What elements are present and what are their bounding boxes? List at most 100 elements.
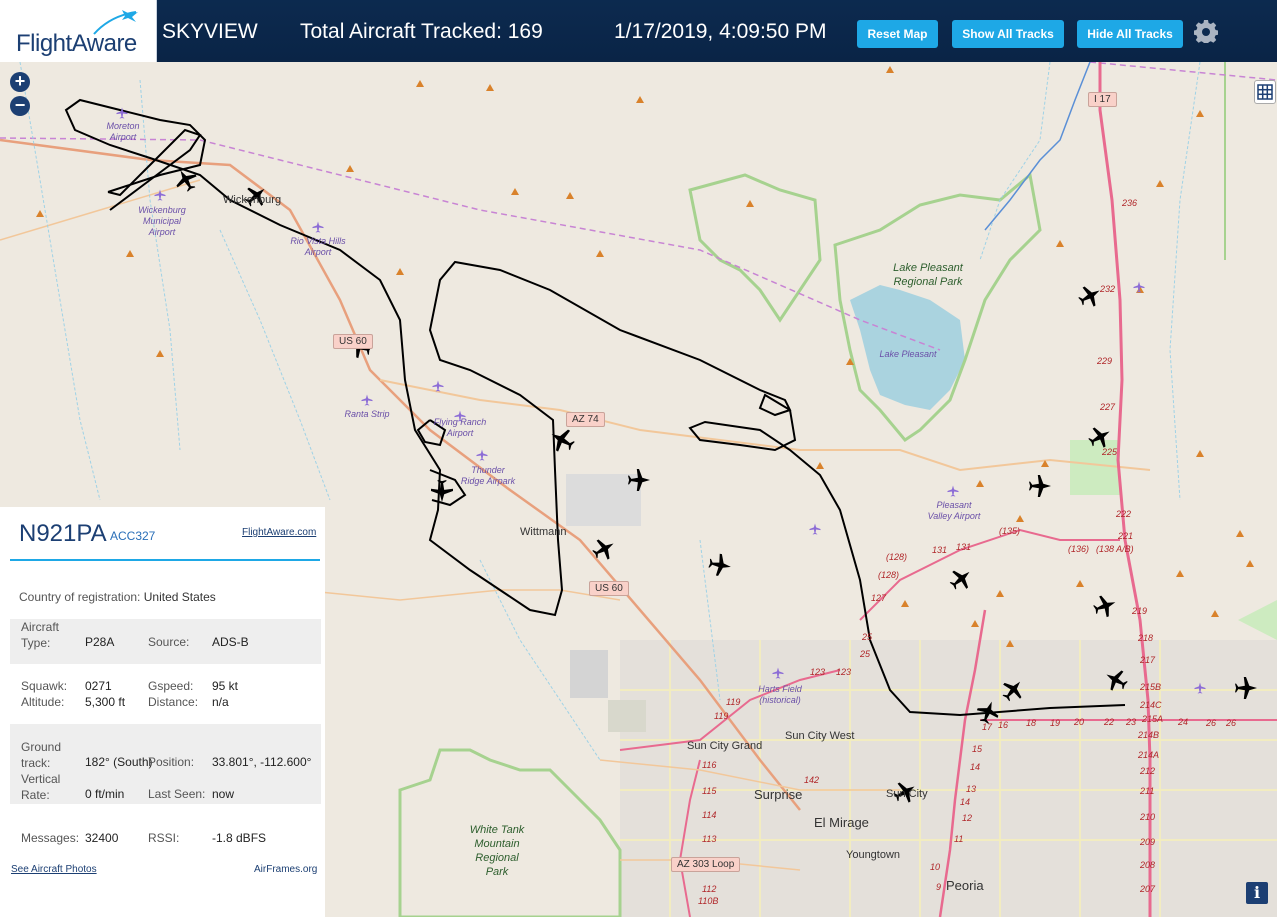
mile-marker: 131 xyxy=(932,545,948,555)
airport-icon xyxy=(476,449,488,461)
road-label: AZ 74 xyxy=(566,412,605,427)
aircraft-photos-link[interactable]: See Aircraft Photos xyxy=(11,864,97,875)
flightaware-logo[interactable]: FlightAware xyxy=(0,0,157,62)
reset-map-button[interactable]: Reset Map xyxy=(857,20,938,48)
ground-track-label: Ground track: xyxy=(21,740,62,770)
gspeed-value: 95 kt xyxy=(212,679,239,693)
mile-marker: 12 xyxy=(962,813,973,823)
aircraft-ident: N921PA xyxy=(19,520,107,547)
gear-icon[interactable] xyxy=(1194,19,1218,43)
hide-all-tracks-button[interactable]: Hide All Tracks xyxy=(1077,20,1183,48)
airport-icon xyxy=(432,380,444,392)
mile-marker: 11 xyxy=(954,834,964,844)
source-value: ADS-B xyxy=(212,635,249,649)
ground-track-value: 182° (South) xyxy=(85,755,153,769)
mile-marker: 112 xyxy=(702,884,717,894)
airport-icon xyxy=(1133,281,1145,293)
messages-box: Messages: 32400 RSSI: -1.8 dBFS xyxy=(10,821,321,851)
mile-marker: 24 xyxy=(1178,717,1189,727)
mile-marker: 9 xyxy=(936,882,942,892)
position-label: Position: xyxy=(148,755,195,769)
show-all-tracks-button[interactable]: Show All Tracks xyxy=(952,20,1064,48)
mile-marker: 119 xyxy=(714,711,729,721)
mile-marker: 207 xyxy=(1140,884,1156,894)
mile-marker: 13 xyxy=(966,784,977,794)
mile-marker: 14 xyxy=(960,797,971,807)
vertical-rate-label: Vertical Rate: xyxy=(21,772,61,802)
town-label: Sun City Grand xyxy=(687,740,763,752)
mile-marker: 116 xyxy=(702,760,717,770)
airport-icon xyxy=(809,523,821,535)
mile-marker: 215A xyxy=(1142,714,1164,724)
mile-marker: 142 xyxy=(804,775,820,785)
airport-label: Thunder Ridge Airpark xyxy=(460,465,516,486)
mile-marker: 26 xyxy=(1206,718,1217,728)
flightaware-link[interactable]: FlightAware.com xyxy=(242,527,316,538)
town-label: Sun City West xyxy=(785,730,855,742)
road-label: US 60 xyxy=(589,581,629,596)
airport-label: Harts Field (historical) xyxy=(758,684,802,705)
last-seen-label: Last Seen: xyxy=(148,787,206,801)
position-value: 33.801°, -112.600° xyxy=(212,755,312,769)
aircraft-info-panel: N921PA ACC327 FlightAware.com Country of… xyxy=(0,507,325,917)
vertical-rate-value: 0 ft/min xyxy=(85,787,125,801)
town-label: Peoria xyxy=(946,878,984,893)
airport-label: Pleasant Valley Airport xyxy=(927,500,981,521)
aircraft-icon[interactable] xyxy=(1235,677,1257,699)
mile-marker: 208 xyxy=(1140,860,1156,870)
aircraft-icon[interactable] xyxy=(1100,664,1132,696)
aircraft-icon[interactable] xyxy=(628,469,650,491)
type-source-box: Aircraft Type: P28A Source: ADS-B xyxy=(10,619,321,664)
mile-marker: 221 xyxy=(1118,531,1134,541)
aircraft-icon-selected[interactable] xyxy=(431,480,453,502)
mile-marker: (128) xyxy=(878,570,900,580)
aircraft-icon[interactable] xyxy=(170,164,202,196)
aircraft-icon[interactable] xyxy=(588,533,620,565)
aircraft-icon[interactable] xyxy=(545,423,579,457)
panel-divider xyxy=(10,559,320,561)
mile-marker: 18 xyxy=(1026,718,1037,728)
aircraft-type-value: P28A xyxy=(85,635,115,649)
mile-marker: (138 A/B) xyxy=(1096,544,1134,554)
mile-marker: 115 xyxy=(702,786,717,796)
grid-icon xyxy=(1257,84,1273,100)
mile-marker: 123 xyxy=(810,667,826,677)
mile-marker: 214B xyxy=(1138,730,1160,740)
airport-icon xyxy=(772,667,784,679)
aircraft-icon[interactable] xyxy=(1029,475,1051,497)
mile-marker: 214C xyxy=(1140,700,1162,710)
distance-value: n/a xyxy=(212,695,229,709)
map-layers-button[interactable] xyxy=(1254,80,1276,104)
mile-marker: 16 xyxy=(998,720,1009,730)
altitude-label: Altitude: xyxy=(21,695,65,709)
aircraft-icon[interactable] xyxy=(707,552,733,578)
aircraft-icon[interactable] xyxy=(1090,591,1120,621)
rssi-value: -1.8 dBFS xyxy=(212,831,267,845)
park-label: Lake Pleasant Regional Park xyxy=(893,262,963,288)
airport-label: Rio Vista Hills Airport xyxy=(290,236,346,257)
aircraft-icon[interactable] xyxy=(997,674,1029,706)
mile-marker: 215B xyxy=(1140,682,1162,692)
mile-marker: 15 xyxy=(972,744,983,754)
distance-label: Distance: xyxy=(148,695,199,709)
flight-id-link[interactable]: ACC327 xyxy=(110,529,155,543)
mile-marker: 217 xyxy=(1140,655,1156,665)
zoom-out-button[interactable]: − xyxy=(10,96,30,116)
gspeed-label: Gspeed: xyxy=(148,679,194,693)
rssi-label: RSSI: xyxy=(148,831,180,845)
header-bar: FlightAware SKYVIEW Total Aircraft Track… xyxy=(0,0,1277,62)
airframes-link[interactable]: AirFrames.org xyxy=(254,864,317,875)
country-row: Country of registration: United States xyxy=(19,590,216,604)
mile-marker: 23 xyxy=(1126,717,1137,727)
mile-marker: 209 xyxy=(1140,837,1156,847)
squawk-value: 0271 xyxy=(85,679,112,693)
mile-marker: 214A xyxy=(1138,750,1160,760)
aircraft-icon[interactable] xyxy=(945,563,977,595)
zoom-in-button[interactable]: + xyxy=(10,72,30,92)
country-value: United States xyxy=(143,590,216,604)
mile-marker: 25 xyxy=(860,649,871,659)
mile-marker: 236 xyxy=(1122,198,1138,208)
road-label: US 60 xyxy=(333,334,373,349)
mile-marker: 131 xyxy=(956,542,972,552)
info-button[interactable]: i xyxy=(1246,882,1268,904)
